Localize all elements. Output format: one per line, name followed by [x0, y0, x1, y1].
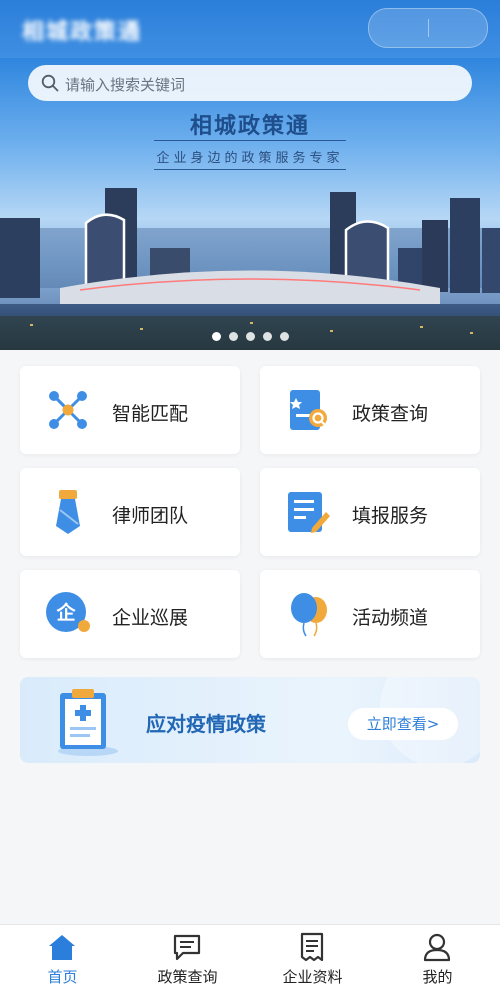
balloons-icon: [291, 593, 327, 637]
user-icon: [423, 933, 451, 962]
clipboard-icon: [58, 689, 118, 756]
carousel-dot[interactable]: [211, 332, 221, 341]
feature-lawyer-team[interactable]: 律师团队: [20, 468, 240, 556]
feature-grid: 智能匹配 政策查询 律师团队 填报服务 企 企业巡展 活动频道: [0, 350, 500, 930]
promo-title: 应对疫情政策: [146, 712, 266, 736]
form-edit-icon: [288, 492, 330, 533]
banner-rule-bottom: [154, 169, 346, 170]
feature-policy-query[interactable]: 政策查询: [260, 366, 480, 454]
feature-label: 活动频道: [352, 607, 429, 629]
carousel-dot[interactable]: [279, 332, 289, 341]
search-bar[interactable]: 请输入搜索关键词: [28, 65, 472, 101]
feature-label: 律师团队: [112, 505, 189, 527]
feature-label: 企业巡展: [112, 607, 189, 629]
network-match-icon: [49, 391, 87, 429]
top-bar: 相城政策通: [0, 0, 500, 58]
banner-title: 相城政策通: [189, 114, 310, 139]
city-skyline-illustration: [0, 188, 500, 350]
message-icon: [173, 934, 201, 961]
feature-filing-service[interactable]: 填报服务: [260, 468, 480, 556]
tab-policy-query[interactable]: 政策查询: [125, 925, 250, 990]
tab-home[interactable]: 首页: [0, 925, 125, 990]
banner-subtitle: 企业身边的政策服务专家: [156, 151, 344, 166]
home-icon: [49, 935, 75, 960]
app-title: 相城政策通: [22, 20, 143, 45]
tab-mine[interactable]: 我的: [375, 925, 500, 990]
enterprise-badge-icon: 企: [46, 592, 90, 632]
feature-label: 政策查询: [352, 403, 429, 425]
carousel-dot[interactable]: [245, 332, 255, 341]
hero-banner[interactable]: 相城政策通 企业身边的政策服务专家: [0, 58, 500, 350]
feature-smart-match[interactable]: 智能匹配: [20, 366, 240, 454]
receipt-icon: [300, 932, 324, 962]
tab-label: 政策查询: [157, 968, 218, 986]
tab-enterprise-profile[interactable]: 企业资料: [250, 925, 375, 990]
mini-program-capsule[interactable]: [368, 8, 488, 48]
feature-label: 填报服务: [352, 505, 429, 527]
view-now-button[interactable]: 立即查看>: [348, 708, 458, 740]
tab-label: 企业资料: [282, 968, 343, 986]
feature-activity-channel[interactable]: 活动频道: [260, 570, 480, 658]
carousel-dot[interactable]: [228, 332, 238, 341]
search-icon: [41, 74, 59, 92]
svg-text:企: 企: [55, 601, 76, 624]
necktie-icon: [56, 490, 80, 534]
search-input[interactable]: 请输入搜索关键词: [65, 74, 185, 95]
tab-label: 我的: [422, 968, 453, 986]
tab-label: 首页: [47, 968, 78, 986]
feature-enterprise-tour[interactable]: 企 企业巡展: [20, 570, 240, 658]
banner-rule-top: [154, 140, 346, 141]
document-search-icon: [290, 390, 327, 430]
feature-label: 智能匹配: [112, 403, 189, 425]
epidemic-policy-banner[interactable]: 应对疫情政策 立即查看>: [20, 677, 480, 763]
carousel-dot[interactable]: [262, 332, 272, 341]
capsule-divider: [428, 19, 429, 37]
bottom-tab-bar: 首页 政策查询 企业资料 我的: [0, 924, 500, 990]
carousel-indicator[interactable]: [0, 326, 500, 345]
